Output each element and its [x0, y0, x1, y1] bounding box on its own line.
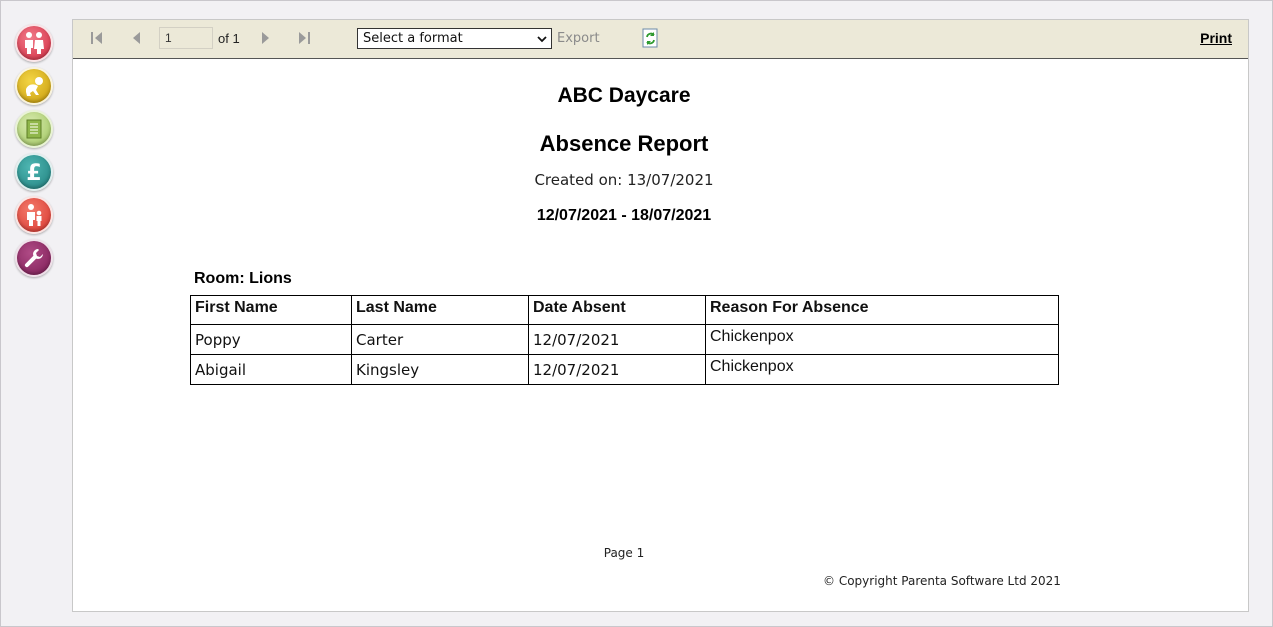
column-header-reason: Reason For Absence — [705, 295, 1059, 325]
first-page-button[interactable] — [88, 29, 106, 47]
family-icon — [27, 204, 42, 226]
next-page-button[interactable] — [256, 29, 274, 47]
export-format-select[interactable]: Select a format — [357, 28, 552, 49]
svg-text:£: £ — [26, 161, 41, 185]
pound-icon: £ — [26, 161, 41, 185]
report-toolbar: of 1 Select a format Export — [73, 20, 1248, 59]
chevron-down-icon — [537, 36, 547, 43]
cell-date-absent: 12/07/2021 — [528, 354, 706, 385]
table-header-row: First Name Last Name Date Absent Reason … — [190, 295, 1059, 325]
refresh-icon — [642, 28, 658, 48]
sidebar-item-settings[interactable] — [15, 239, 53, 277]
table-row: Abigail Kingsley 12/07/2021 Chickenpox — [190, 354, 1059, 385]
copyright-text: © Copyright Parenta Software Ltd 2021 — [823, 574, 1061, 588]
company-name: ABC Daycare — [557, 84, 691, 107]
report-page: ABC Daycare Absence Report Created on: 1… — [73, 60, 1248, 612]
cell-reason: Chickenpox — [705, 324, 1059, 355]
last-page-icon — [299, 32, 310, 44]
previous-page-button[interactable] — [128, 29, 146, 47]
column-header-last-name: Last Name — [351, 295, 529, 325]
last-page-button[interactable] — [295, 29, 313, 47]
export-link[interactable]: Export — [557, 31, 600, 46]
column-header-date-absent: Date Absent — [528, 295, 706, 325]
report-viewer: of 1 Select a format Export — [72, 19, 1249, 612]
report-title: Absence Report — [539, 131, 709, 156]
absence-table: First Name Last Name Date Absent Reason … — [190, 295, 1059, 385]
next-page-icon — [262, 32, 269, 44]
crawling-baby-icon — [26, 77, 43, 96]
page-count-label: of 1 — [218, 31, 240, 46]
report-icon — [26, 119, 42, 139]
sidebar-item-family[interactable] — [15, 196, 53, 234]
cell-first-name: Poppy — [190, 324, 352, 355]
sidebar-item-parents[interactable] — [15, 24, 53, 62]
sidebar-item-reports[interactable] — [15, 110, 53, 148]
page-footer-number: Page 1 — [603, 546, 645, 560]
print-link[interactable]: Print — [1200, 30, 1232, 46]
refresh-button[interactable] — [642, 28, 660, 48]
sidebar-item-children[interactable] — [15, 67, 53, 105]
room-heading: Room: Lions — [194, 270, 292, 287]
created-date: Created on: 13/07/2021 — [534, 171, 714, 189]
table-row: Poppy Carter 12/07/2021 Chickenpox — [190, 324, 1059, 355]
column-header-first-name: First Name — [190, 295, 352, 325]
sidebar-item-finance[interactable]: £ — [15, 153, 53, 191]
cell-reason: Chickenpox — [705, 354, 1059, 385]
export-format-value: Select a format — [363, 31, 463, 46]
cell-date-absent: 12/07/2021 — [528, 324, 706, 355]
date-range: 12/07/2021 - 18/07/2021 — [536, 207, 712, 224]
cell-last-name: Carter — [351, 324, 529, 355]
wrench-icon — [24, 249, 43, 268]
page-number-input[interactable] — [159, 27, 213, 49]
cell-first-name: Abigail — [190, 354, 352, 385]
previous-page-icon — [133, 32, 140, 44]
cell-last-name: Kingsley — [351, 354, 529, 385]
first-page-icon — [91, 32, 102, 44]
parents-icon — [25, 32, 44, 54]
